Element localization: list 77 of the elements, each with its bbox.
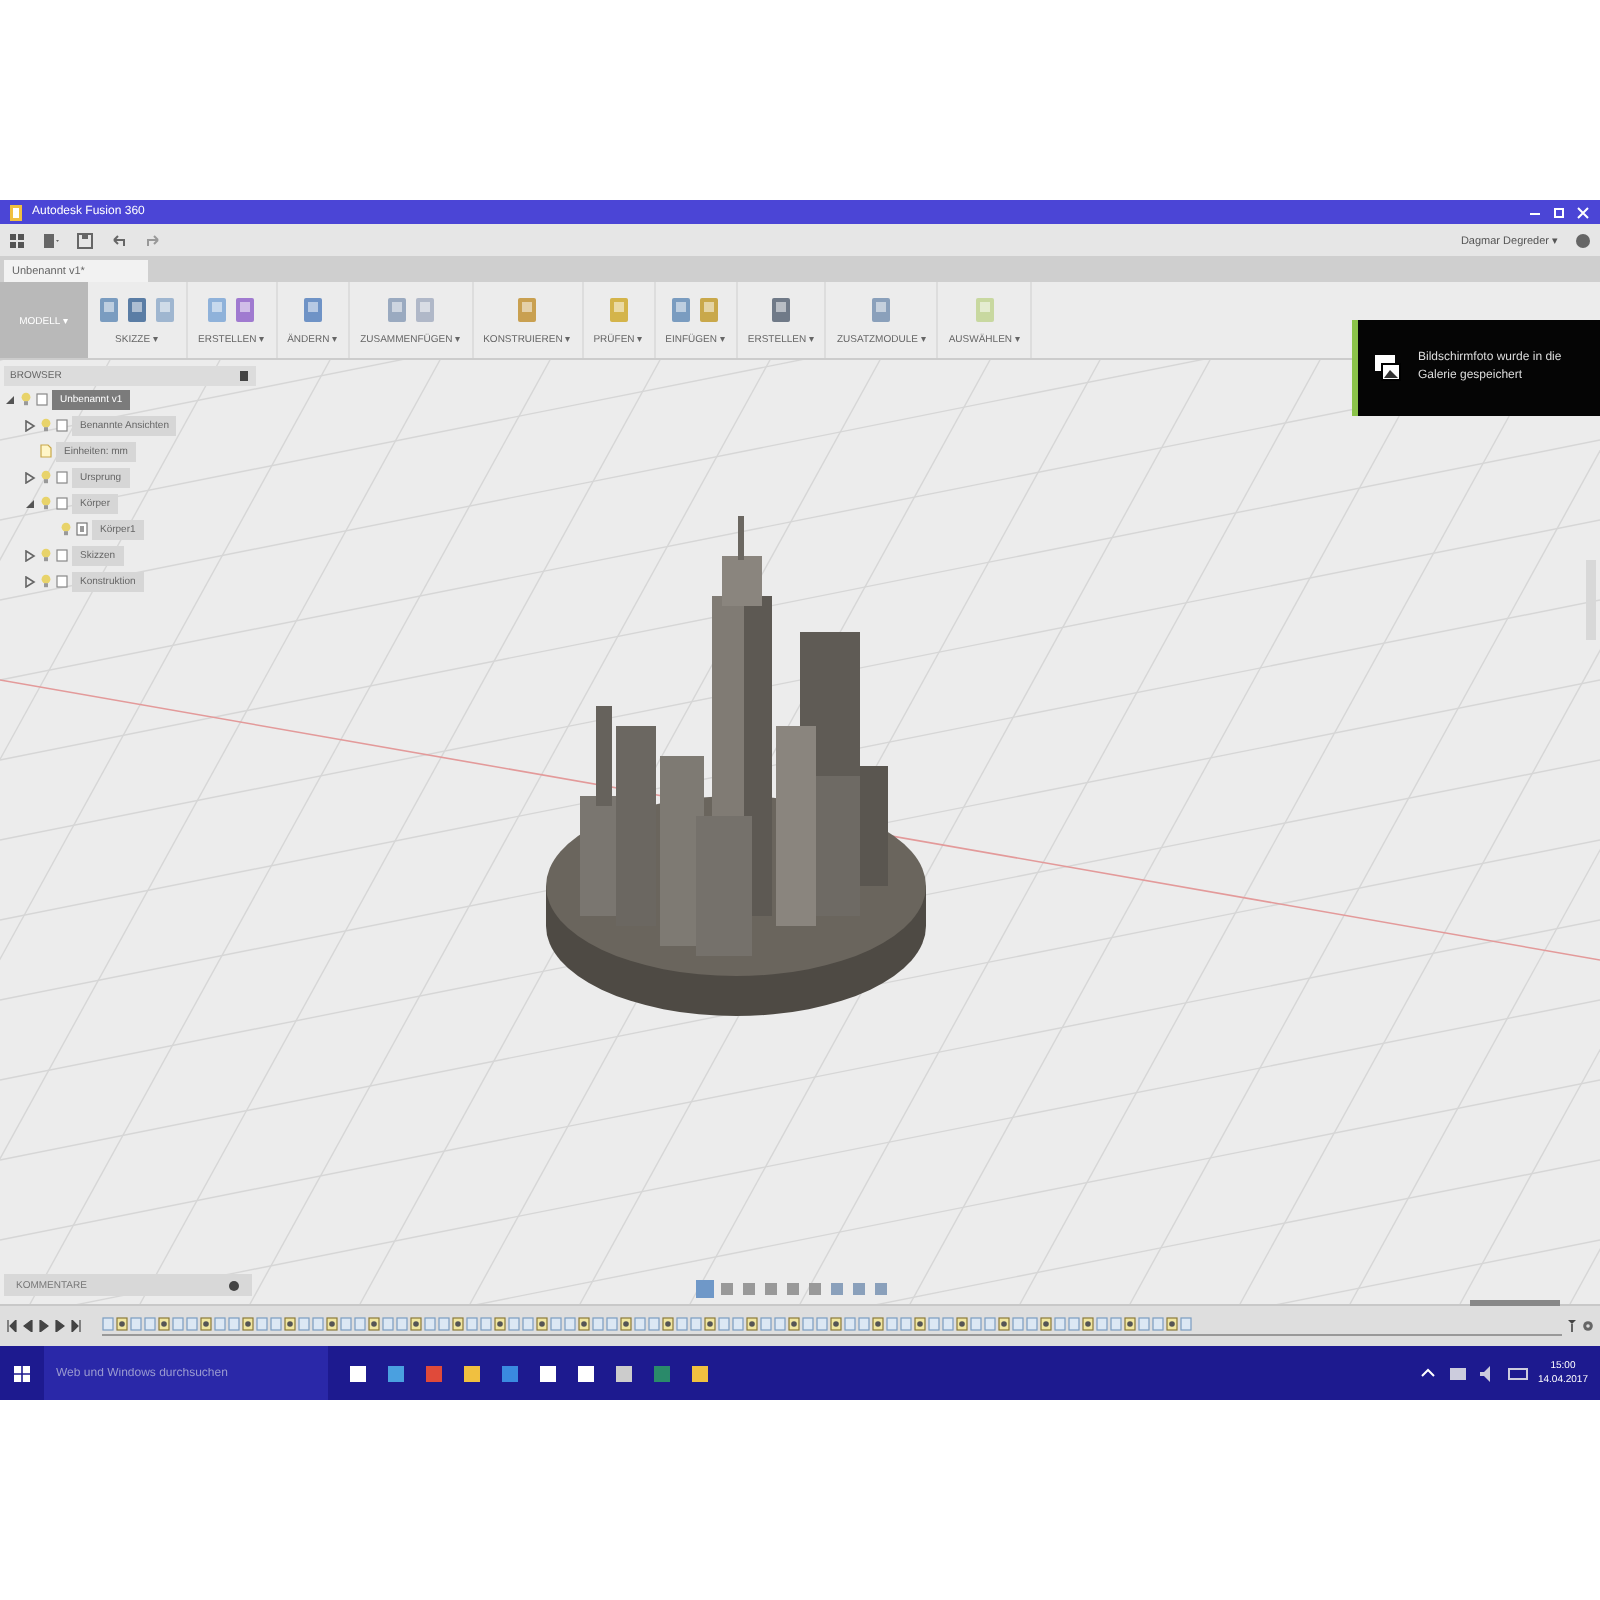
extrude-feature-icon[interactable] [116,1316,128,1332]
grid-menu-icon[interactable] [8,231,26,249]
extrude-feature-icon[interactable] [200,1316,212,1332]
lightbulb-icon[interactable] [60,522,72,536]
extrude-feature-icon[interactable] [956,1316,968,1332]
tool-icon[interactable] [154,295,176,325]
extrude-feature-icon[interactable] [284,1316,296,1332]
playback-icon[interactable] [6,1320,18,1332]
save-icon[interactable] [76,231,94,249]
tool-icon[interactable] [385,295,408,325]
tool-icon[interactable] [870,295,893,325]
extrude-feature-icon[interactable] [578,1316,590,1332]
extrude-feature-icon[interactable] [1082,1316,1094,1332]
close-icon[interactable] [1574,203,1592,221]
tool-icon[interactable] [234,295,257,325]
lightbulb-icon[interactable] [40,470,52,484]
extrude-feature-icon[interactable] [242,1316,254,1332]
undo-icon[interactable] [110,231,128,249]
extrude-feature-icon[interactable] [452,1316,464,1332]
tool-icon[interactable] [670,295,693,325]
tool-icon[interactable] [698,295,721,325]
expanded-arrow-icon[interactable] [24,497,36,509]
taskbar-app-icon[interactable] [690,1361,710,1385]
maximize-icon[interactable] [1550,203,1568,221]
screenshot-icon [1374,354,1402,382]
timeline-scroll-handle[interactable] [1470,1300,1560,1306]
extrude-feature-icon[interactable] [704,1316,716,1332]
collapsed-arrow-icon[interactable] [24,419,36,431]
redo-icon[interactable] [144,231,162,249]
extrude-feature-icon[interactable] [1040,1316,1052,1332]
tool-icon[interactable] [607,295,630,325]
tool-icon[interactable] [516,295,539,325]
pin-icon[interactable] [238,370,250,382]
extrude-feature-icon[interactable] [326,1316,338,1332]
file-icon[interactable] [42,231,60,249]
extrude-feature-icon[interactable] [746,1316,758,1332]
document-icon [40,444,52,458]
add-comment-icon[interactable] [228,1279,240,1291]
timeline-marker-icon[interactable] [1566,1320,1578,1332]
collapsed-arrow-icon[interactable] [24,575,36,587]
extrude-feature-icon[interactable] [536,1316,548,1332]
extrude-feature-icon[interactable] [662,1316,674,1332]
taskbar-app-icon[interactable] [462,1361,482,1385]
extrude-feature-icon[interactable] [368,1316,380,1332]
collapsed-arrow-icon[interactable] [24,549,36,561]
settings-icon[interactable] [1582,1320,1594,1332]
tool-icon[interactable] [770,295,793,325]
expanded-arrow-icon[interactable] [4,393,16,405]
extrude-feature-icon[interactable] [998,1316,1010,1332]
taskbar-app-icon[interactable] [576,1361,596,1385]
extrude-feature-icon[interactable] [1124,1316,1136,1332]
taskbar-app-icon[interactable] [614,1361,634,1385]
extrude-feature-icon[interactable] [1166,1316,1178,1332]
extrude-feature-icon[interactable] [158,1316,170,1332]
taskbar-app-icon[interactable] [348,1361,368,1385]
tool-icon[interactable] [206,295,229,325]
extrude-feature-icon[interactable] [410,1316,422,1332]
taskbar-app-icon[interactable] [538,1361,558,1385]
extrude-feature-icon[interactable] [494,1316,506,1332]
extrude-feature-icon[interactable] [620,1316,632,1332]
windows-start-icon[interactable] [14,1365,30,1381]
body-icon [76,522,88,536]
lightbulb-icon[interactable] [40,574,52,588]
extrude-feature-icon[interactable] [788,1316,800,1332]
app-icon [8,203,26,221]
extrude-feature-icon[interactable] [872,1316,884,1332]
playback-icon[interactable] [70,1320,82,1332]
lightbulb-icon[interactable] [40,418,52,432]
extrude-feature-icon[interactable] [830,1316,842,1332]
collapsed-arrow-icon[interactable] [24,471,36,483]
tool-icon[interactable] [126,295,148,325]
extrude-feature-icon[interactable] [914,1316,926,1332]
tool-icon[interactable] [413,295,436,325]
help-icon[interactable] [1574,231,1592,249]
tool-icon[interactable] [98,295,120,325]
lightbulb-icon[interactable] [40,548,52,562]
tool-icon[interactable] [301,295,324,325]
